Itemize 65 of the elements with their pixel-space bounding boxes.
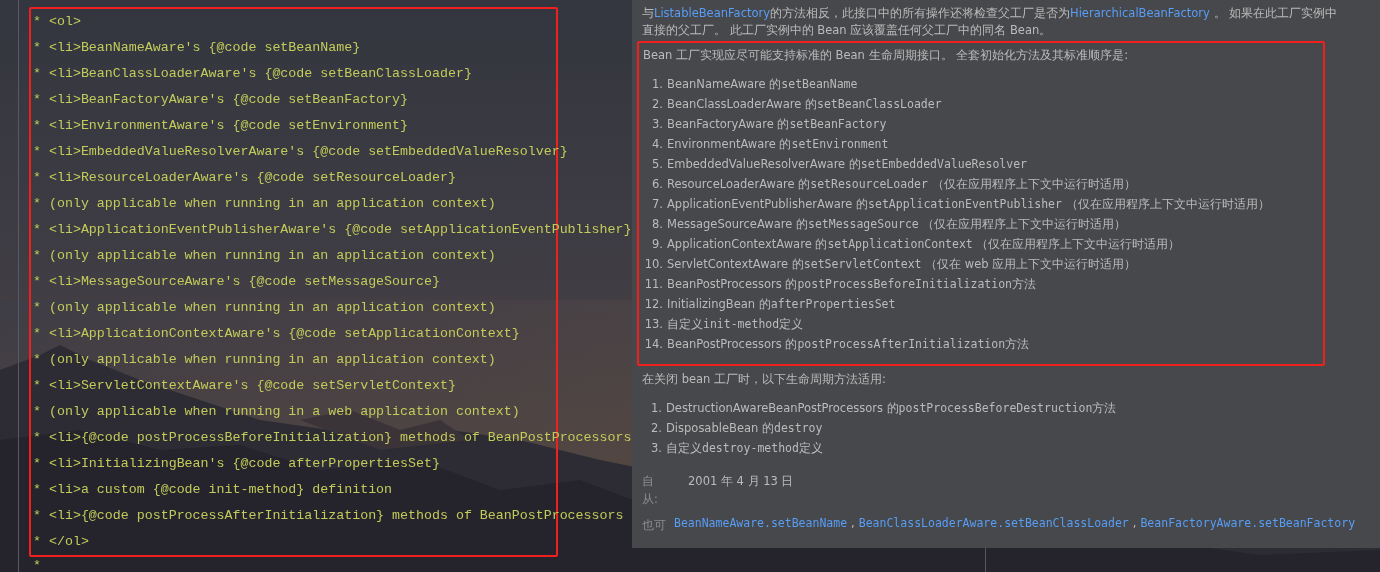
list-number: 2.	[651, 96, 663, 113]
lifecycle-step: MessageSourceAware 的setMessageSource （仅在应用程序上下文中运行时适用）	[667, 214, 1127, 234]
lifecycle-step: ApplicationContextAware 的setApplicationContext （仅在应用程序上下文中运行时适用）	[667, 234, 1181, 254]
code-line: * <ol>	[33, 13, 81, 31]
reference-link[interactable]: BeanFactoryAware.setBeanFactory	[1140, 516, 1356, 534]
list-number: 5.	[651, 156, 663, 173]
list-number: 3.	[650, 440, 662, 457]
lifecycle-step: EmbeddedValueResolverAware 的setEmbeddedValueResolver	[667, 154, 1027, 174]
list-number: 6.	[651, 176, 663, 193]
description-text: 与ListableBeanFactory的方法相反，此接口中的所有操作还将检查父工厂是否为HierarchicalBeanFactory 。 如果在此工厂实例中 直接的父工厂。 此工厂实例中的 Bean 应该覆盖任何父工厂中的同名 Bean。	[642, 5, 1339, 39]
lifecycle-step: ServletContextAware 的setServletContext （仅在 web 应用上下文中运行时适用）	[667, 254, 1137, 274]
separator-text: ,	[1132, 516, 1137, 532]
code-line: * </ol>	[33, 533, 89, 551]
lifecycle-step: ApplicationEventPublisherAware 的setApplicationEventPublisher （仅在应用程序上下文中运行时适用）	[667, 194, 1270, 214]
list-number: 10.	[643, 256, 663, 273]
code-line: * (only applicable when running in an application context)	[33, 351, 496, 369]
lifecycle-step: BeanPostProcessors 的postProcessAfterInitialization方法	[667, 334, 1030, 354]
section-heading: 在关闭 bean 工厂时，以下生命周期方法适用:	[642, 371, 887, 388]
see-also-label: 也可	[642, 517, 667, 534]
list-number: 13.	[643, 316, 663, 333]
lifecycle-step: DestructionAwareBeanPostProcessors 的postProcessBeforeDestruction方法	[666, 398, 1117, 418]
reference-link[interactable]: BeanNameAware.setBeanName	[674, 516, 848, 534]
lifecycle-step: ResourceLoaderAware 的setResourceLoader （仅在应用程序上下文中运行时适用）	[667, 174, 1136, 194]
code-line: * <li>BeanNameAware's {@code setBeanName}	[33, 39, 361, 57]
lifecycle-step: DisposableBean 的destroy	[666, 418, 823, 438]
list-number: 14.	[643, 336, 663, 353]
list-number: 1.	[651, 76, 663, 93]
since-value: 2001 年 4 月 13 日	[688, 473, 794, 490]
list-number: 4.	[651, 136, 663, 153]
since-label: 自从:	[642, 473, 659, 508]
class-link[interactable]: HierarchicalBeanFactory	[1070, 6, 1210, 20]
separator-text: ,	[851, 516, 855, 532]
list-number: 3.	[651, 116, 663, 133]
lifecycle-step: 自定义init-method定义	[667, 314, 804, 334]
code-line: * <li>EnvironmentAware's {@code setEnvironment}	[33, 117, 409, 135]
code-line: * <li>a custom {@code init-method} definition	[33, 481, 393, 499]
code-line: * <li>ApplicationContextAware's {@code setApplicationContext}	[33, 325, 520, 343]
code-line: * (only applicable when running in an application context)	[33, 195, 496, 213]
code-line: * <li>InitializingBean's {@code afterPropertiesSet}	[33, 455, 440, 473]
code-line: * <li>ServletContextAware's {@code setServletContext}	[33, 377, 456, 395]
section-heading: Bean 工厂实现应尽可能支持标准的 Bean 生命周期接口。 全套初始化方法及其标准顺序是:	[643, 47, 1130, 64]
lifecycle-step: BeanFactoryAware 的setBeanFactory	[667, 114, 887, 134]
list-number: 1.	[650, 400, 662, 417]
code-line: * <li>BeanClassLoaderAware's {@code setBeanClassLoader}	[33, 65, 472, 83]
lifecycle-step: BeanNameAware 的setBeanName	[667, 74, 858, 94]
code-line: *	[33, 560, 41, 571]
code-line: * (only applicable when running in a web application context)	[33, 403, 520, 421]
lifecycle-step: EnvironmentAware 的setEnvironment	[667, 134, 889, 154]
lifecycle-step: BeanPostProcessors 的postProcessBeforeInitialization方法	[667, 274, 1037, 294]
code-line: * <li>MessageSourceAware's {@code setMessageSource}	[33, 273, 440, 291]
list-number: 2.	[650, 420, 662, 437]
lifecycle-step: 自定义destroy-method定义	[666, 438, 823, 458]
list-number: 9.	[651, 236, 663, 253]
code-line: * (only applicable when running in an application context)	[33, 247, 496, 265]
class-link[interactable]: ListableBeanFactory	[654, 6, 771, 20]
lifecycle-step: InitializingBean 的afterPropertiesSet	[667, 294, 896, 314]
list-number: 8.	[651, 216, 663, 233]
code-line: * <li>BeanFactoryAware's {@code setBeanFactory}	[33, 91, 409, 109]
code-line: * <li>ResourceLoaderAware's {@code setResourceLoader}	[33, 169, 456, 187]
code-line: * (only applicable when running in an application context)	[33, 299, 496, 317]
list-number: 12.	[643, 296, 663, 313]
list-number: 11.	[643, 276, 663, 293]
reference-link[interactable]: BeanClassLoaderAware.setBeanClassLoader	[858, 516, 1129, 534]
list-number: 7.	[651, 196, 663, 213]
lifecycle-step: BeanClassLoaderAware 的setBeanClassLoader	[667, 94, 942, 114]
